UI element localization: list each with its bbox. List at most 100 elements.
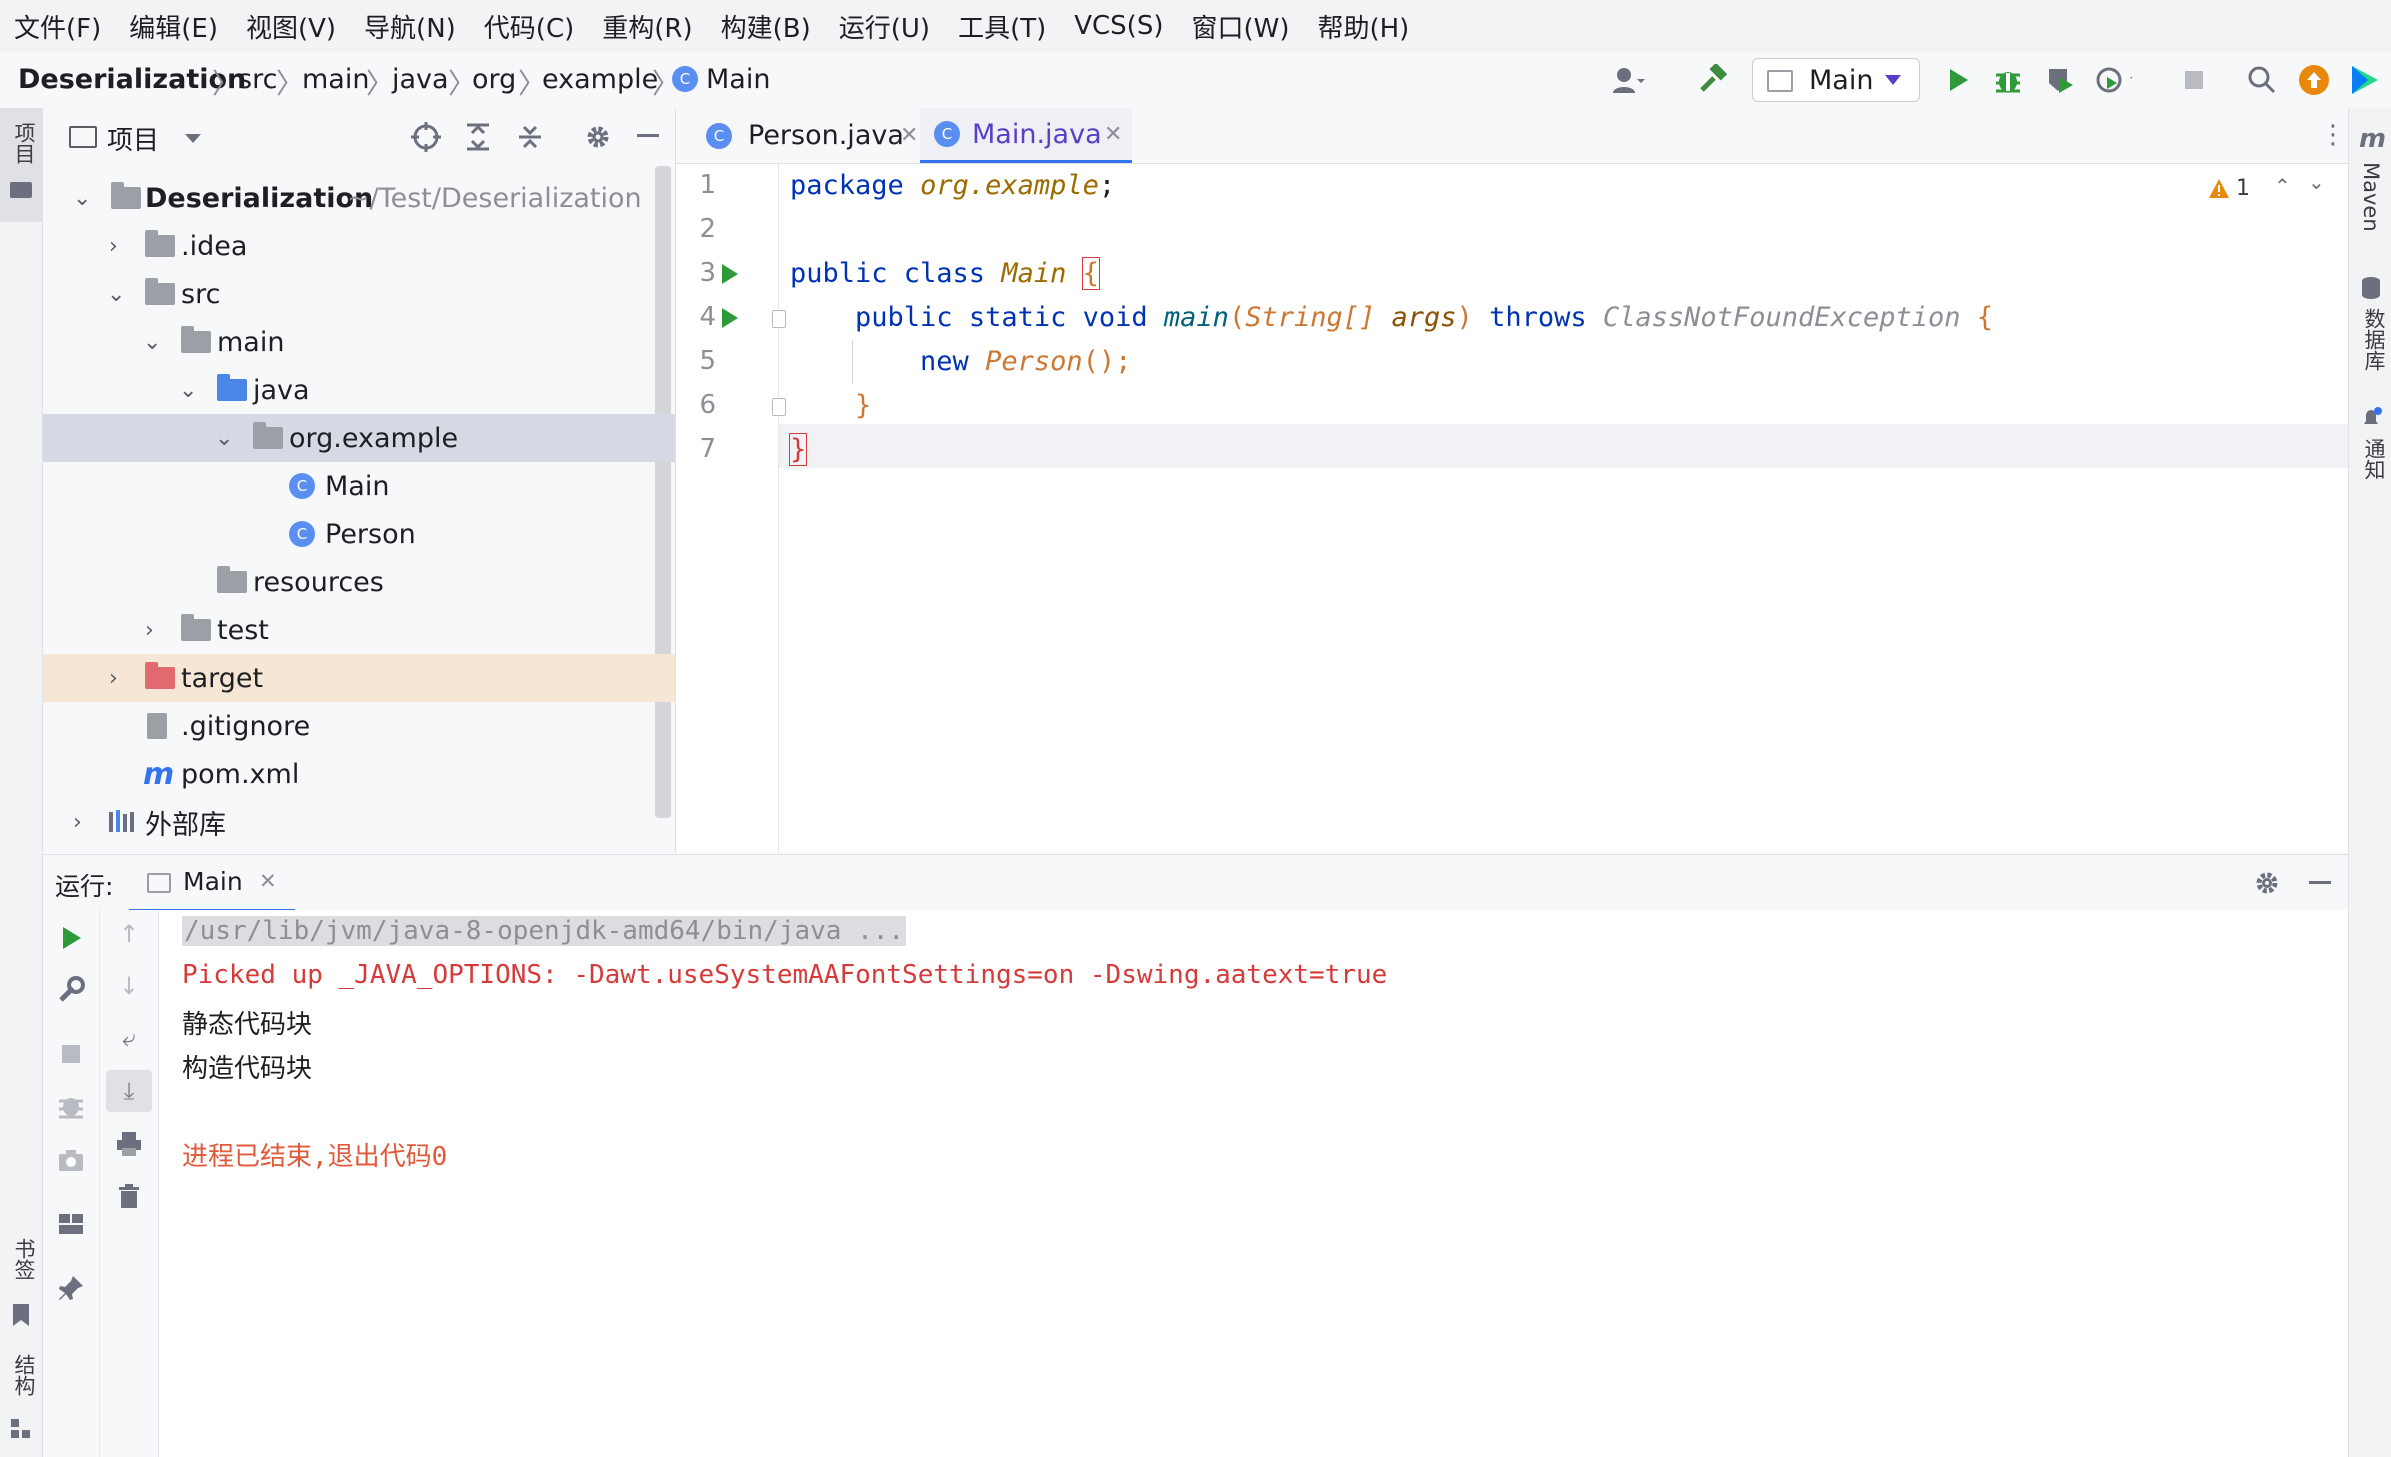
menu-tools[interactable]: 工具(T) bbox=[958, 8, 1046, 45]
structure-tool-button[interactable]: 结构 bbox=[0, 1354, 42, 1454]
soft-wrap-icon[interactable]: ⤶ bbox=[115, 1024, 143, 1052]
notifications-tool-button[interactable]: 通知 bbox=[2349, 398, 2391, 498]
stop-icon[interactable] bbox=[57, 1040, 85, 1068]
close-icon[interactable]: ✕ bbox=[1104, 122, 1122, 147]
project-panel-title[interactable]: 项目 bbox=[107, 120, 159, 157]
breadcrumb-main-class[interactable]: Main bbox=[706, 64, 770, 95]
run-tab-main[interactable]: Main ✕ bbox=[129, 855, 295, 912]
tree-item-external-libraries[interactable]: › 外部库 bbox=[43, 798, 675, 846]
chevron-down-icon[interactable]: ⌄ bbox=[2308, 170, 2325, 194]
tree-item-src[interactable]: ⌄ src bbox=[43, 270, 675, 318]
debug-icon[interactable] bbox=[1990, 62, 2026, 98]
pin-icon[interactable] bbox=[57, 1274, 85, 1302]
jetbrains-ai-icon[interactable] bbox=[2346, 62, 2382, 98]
tree-item-main[interactable]: ⌄ main bbox=[43, 318, 675, 366]
scroll-to-end-button[interactable]: ⤓ bbox=[106, 1070, 152, 1112]
folder-icon bbox=[145, 230, 175, 257]
close-icon[interactable]: ✕ bbox=[259, 869, 277, 893]
menu-refactor[interactable]: 重构(R) bbox=[602, 8, 692, 45]
tree-item-pom[interactable]: m pom.xml bbox=[43, 750, 675, 798]
locate-icon[interactable] bbox=[411, 122, 441, 152]
code-brace: } bbox=[855, 390, 872, 421]
gear-icon[interactable] bbox=[2253, 869, 2281, 897]
bookmarks-tool-button[interactable]: 书签 bbox=[0, 1238, 42, 1348]
chevron-up-icon[interactable]: ⌃ bbox=[2274, 174, 2291, 198]
code-keyword: new bbox=[920, 346, 969, 377]
breadcrumb-main[interactable]: main bbox=[302, 64, 369, 95]
code-package-name: org.example bbox=[920, 170, 1099, 201]
camera-icon[interactable] bbox=[57, 1146, 85, 1174]
trash-icon[interactable] bbox=[115, 1182, 143, 1210]
menu-file[interactable]: 文件(F) bbox=[14, 8, 101, 45]
profiler-icon[interactable] bbox=[2096, 62, 2132, 98]
tree-item-target[interactable]: › target bbox=[43, 654, 675, 702]
run-with-coverage-icon[interactable] bbox=[2042, 62, 2078, 98]
tree-item-idea[interactable]: › .idea bbox=[43, 222, 675, 270]
stop-icon[interactable] bbox=[2176, 62, 2212, 98]
menu-code[interactable]: 代码(C) bbox=[484, 8, 574, 45]
file-icon bbox=[147, 713, 167, 739]
run-gutter-icon[interactable] bbox=[722, 308, 738, 328]
menu-vcs[interactable]: VCS(S) bbox=[1074, 11, 1163, 41]
breadcrumb-src[interactable]: src bbox=[238, 64, 277, 95]
wrench-icon[interactable] bbox=[57, 976, 85, 1004]
menu-run[interactable]: 运行(U) bbox=[839, 8, 930, 45]
more-tabs-icon[interactable]: ⋮ bbox=[2320, 120, 2346, 150]
tree-item-java[interactable]: ⌄ java bbox=[43, 366, 675, 414]
layout-icon[interactable] bbox=[57, 1210, 85, 1238]
print-icon[interactable] bbox=[115, 1130, 143, 1158]
maven-tool-button[interactable]: m Maven bbox=[2349, 114, 2391, 244]
tree-item-project-root[interactable]: ⌄ Deserialization ~/Test/Deserialization bbox=[43, 174, 675, 222]
build-hammer-icon[interactable] bbox=[1694, 62, 1730, 98]
menu-navigate[interactable]: 导航(N) bbox=[364, 8, 456, 45]
console-command-line[interactable]: /usr/lib/jvm/java-8-openjdk-amd64/bin/ja… bbox=[182, 916, 907, 946]
menu-help[interactable]: 帮助(H) bbox=[1317, 8, 1409, 45]
run-console[interactable] bbox=[43, 910, 2348, 1457]
fold-marker-icon[interactable] bbox=[772, 310, 786, 328]
run-panel-header: 运行: Main ✕ bbox=[43, 854, 2348, 912]
menu-window[interactable]: 窗口(W) bbox=[1191, 8, 1289, 45]
hide-panel-icon[interactable] bbox=[637, 134, 659, 137]
tree-item-label: target bbox=[181, 662, 264, 694]
console-output-line: 构造代码块 bbox=[182, 1054, 313, 1084]
rerun-icon[interactable] bbox=[57, 924, 85, 952]
tree-item-org-example[interactable]: ⌄ org.example bbox=[43, 414, 675, 462]
breadcrumb-org[interactable]: org bbox=[472, 64, 516, 95]
run-icon[interactable] bbox=[1940, 62, 1976, 98]
chevron-down-icon[interactable] bbox=[185, 134, 201, 143]
fold-marker-icon[interactable] bbox=[772, 398, 786, 416]
tree-item-test[interactable]: › test bbox=[43, 606, 675, 654]
code-paren: ) bbox=[1456, 302, 1473, 333]
vcs-user-icon[interactable] bbox=[1610, 62, 1646, 98]
tree-item-main-class[interactable]: C Main bbox=[43, 462, 675, 510]
gear-icon[interactable] bbox=[583, 122, 613, 152]
debug-rerun-icon[interactable] bbox=[57, 1092, 85, 1120]
menu-view[interactable]: 视图(V) bbox=[246, 8, 336, 45]
hide-panel-icon[interactable] bbox=[2309, 881, 2331, 884]
tree-item-gitignore[interactable]: .gitignore bbox=[43, 702, 675, 750]
collapse-all-icon[interactable] bbox=[515, 122, 545, 152]
expand-all-icon[interactable] bbox=[463, 122, 493, 152]
run-gutter-icon[interactable] bbox=[722, 264, 738, 284]
tab-person-java[interactable]: C Person.java ✕ bbox=[690, 108, 920, 163]
tree-item-label: test bbox=[217, 614, 269, 646]
line-number: 5 bbox=[699, 346, 716, 376]
close-icon[interactable]: ✕ bbox=[900, 123, 918, 148]
breadcrumb-example[interactable]: example bbox=[542, 64, 658, 95]
menu-bar: 文件(F) 编辑(E) 视图(V) 导航(N) 代码(C) 重构(R) 构建(B… bbox=[0, 0, 2391, 53]
arrow-up-icon[interactable]: ↑ bbox=[115, 920, 143, 948]
update-icon[interactable] bbox=[2296, 62, 2332, 98]
tree-item-label: 外部库 bbox=[145, 809, 226, 841]
tree-item-resources[interactable]: resources bbox=[43, 558, 675, 606]
menu-build[interactable]: 构建(B) bbox=[721, 8, 811, 45]
breadcrumb-java[interactable]: java bbox=[392, 64, 449, 95]
tree-item-person-class[interactable]: C Person bbox=[43, 510, 675, 558]
database-tool-button[interactable]: 数据库 bbox=[2349, 268, 2391, 378]
tab-main-java[interactable]: C Main.java ✕ bbox=[920, 108, 1132, 163]
inspection-widget[interactable]: 1 ⌃ ⌄ bbox=[2208, 170, 2328, 206]
project-tool-button[interactable]: 项目 bbox=[0, 108, 42, 222]
arrow-down-icon[interactable]: ↓ bbox=[115, 972, 143, 1000]
run-config-selector[interactable]: Main bbox=[1752, 58, 1920, 102]
search-icon[interactable] bbox=[2244, 62, 2280, 98]
menu-edit[interactable]: 编辑(E) bbox=[129, 8, 218, 45]
